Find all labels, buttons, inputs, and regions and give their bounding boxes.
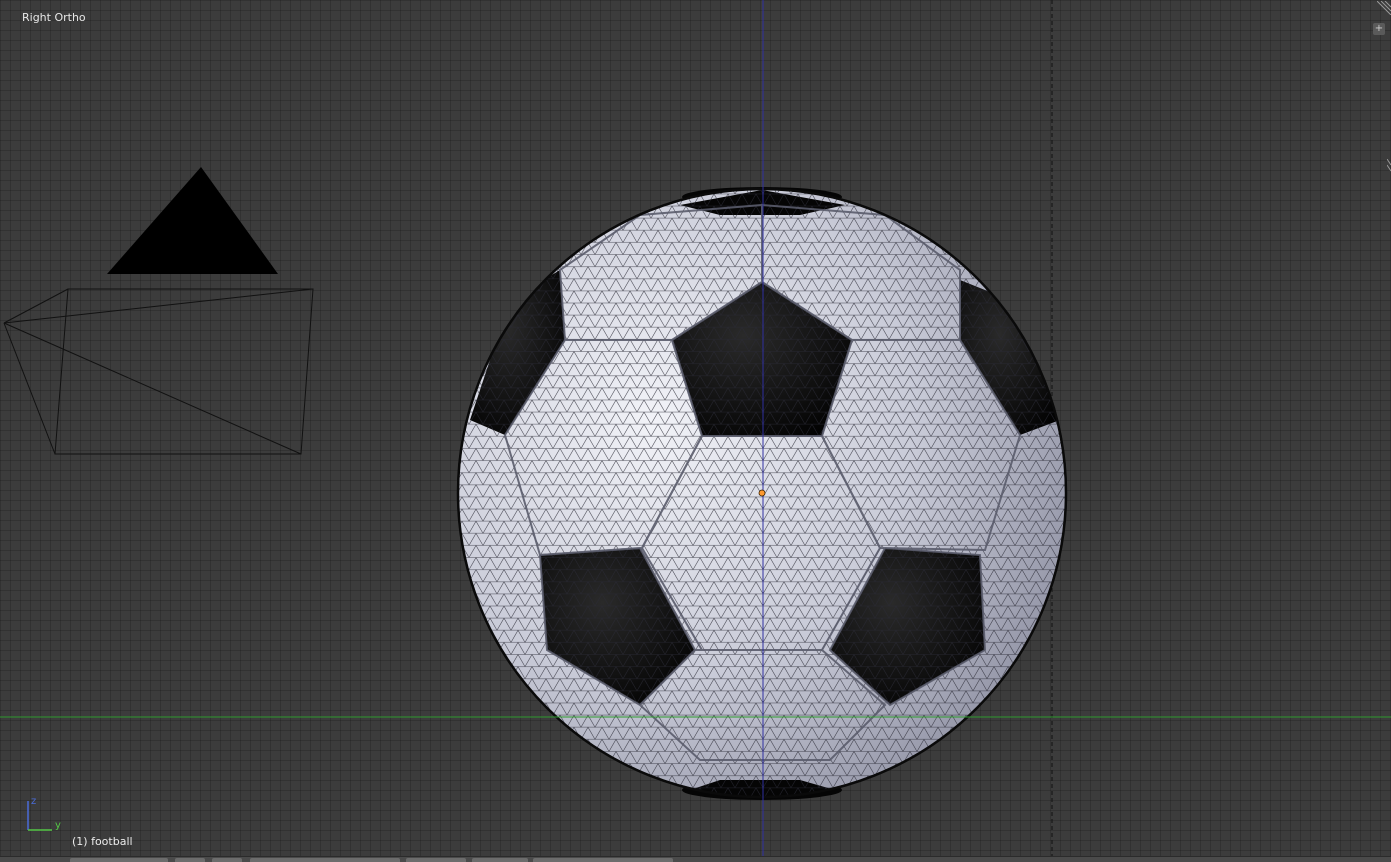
mode-selector[interactable] [250,858,400,862]
football-mesh[interactable] [450,180,1080,810]
axis-gizmo: z y [22,793,68,837]
shading-buttons[interactable] [406,858,466,862]
viewport-header [0,856,1391,862]
camera-icon[interactable] [3,288,314,455]
view-menu-button[interactable] [70,858,168,862]
add-menu-button[interactable] [212,858,242,862]
side-panel-tab[interactable] [1386,158,1391,172]
hatch-icon[interactable] [1376,0,1391,16]
object-origin [758,489,766,497]
viewport-canvas[interactable] [0,0,1391,862]
3d-viewport[interactable]: Right Ortho + z y (1) football [0,0,1391,862]
view-name-label: Right Ortho [22,11,86,24]
y-axis-label: y [55,820,61,831]
manipulator-buttons[interactable] [533,858,673,862]
plus-icon[interactable]: + [1373,23,1385,35]
select-menu-button[interactable] [175,858,205,862]
pivot-buttons[interactable] [472,858,528,862]
lamp-icon[interactable] [107,167,278,274]
z-axis-label: z [31,796,36,807]
active-object-label: (1) football [72,835,133,848]
